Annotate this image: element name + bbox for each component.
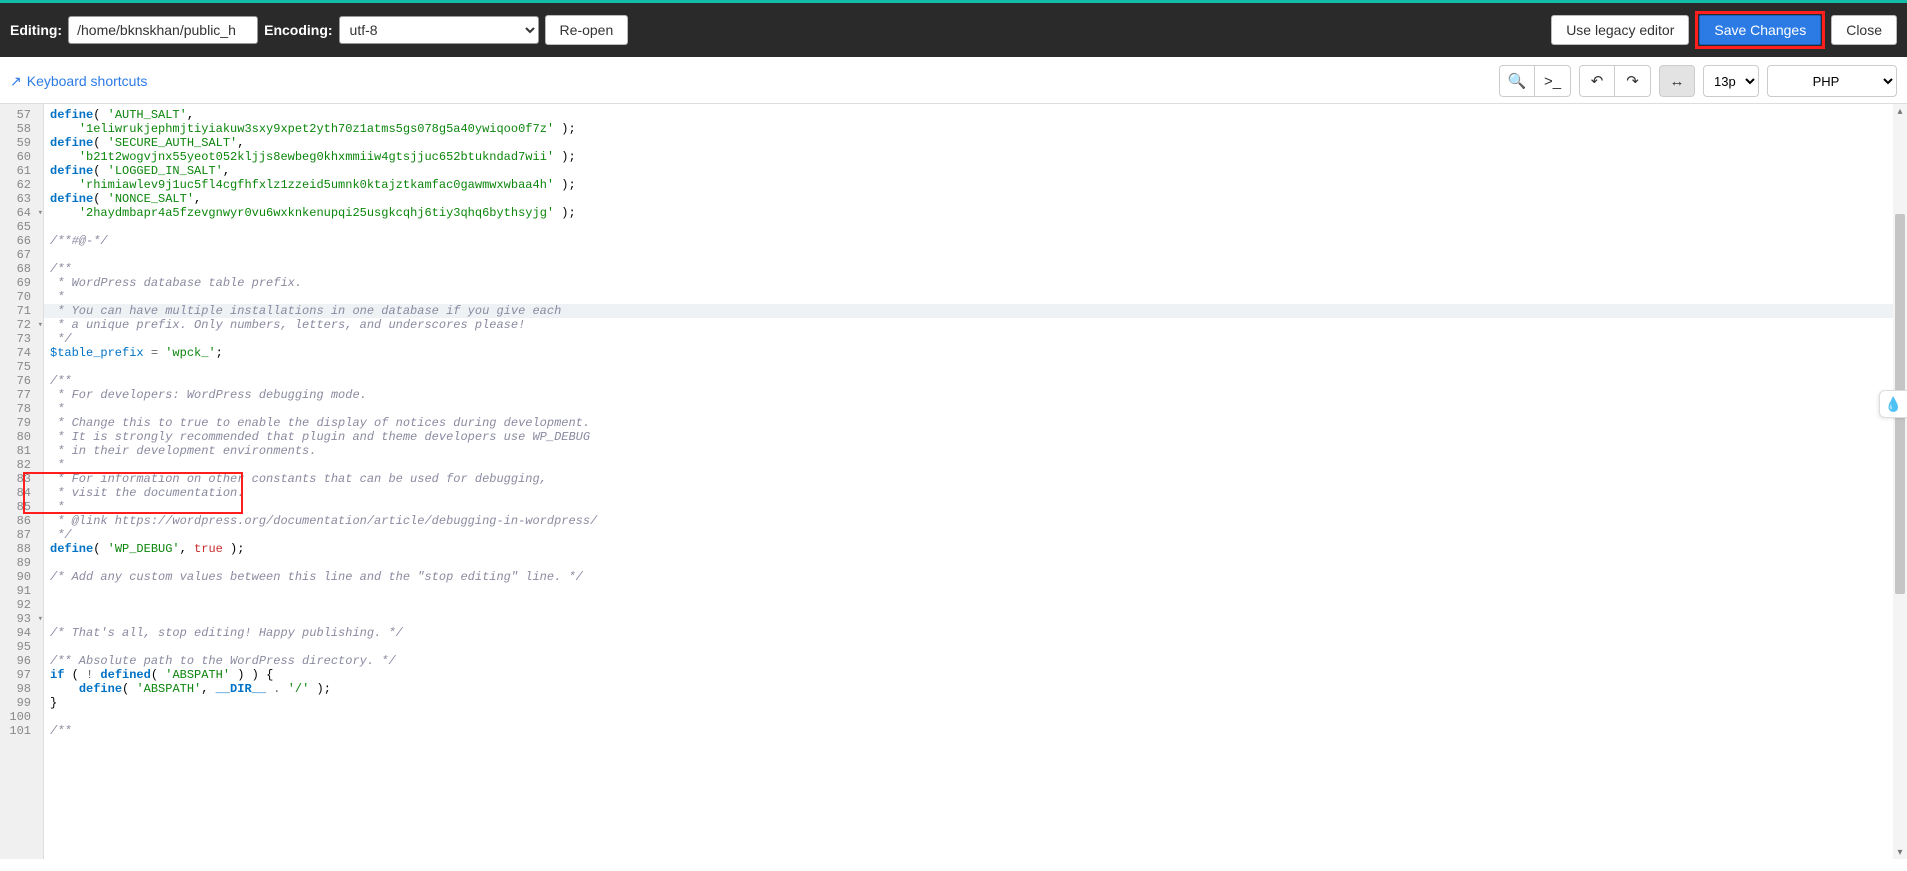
reopen-button[interactable]: Re-open xyxy=(545,15,629,45)
terminal-icon: >_ xyxy=(1544,73,1561,90)
search-group: 🔍 >_ xyxy=(1499,65,1571,97)
external-link-icon: ↗ xyxy=(10,73,22,90)
code-editor[interactable]: 5758596061626364656667686970717273747576… xyxy=(0,103,1907,859)
line-gutter: 5758596061626364656667686970717273747576… xyxy=(0,104,44,859)
terminal-button[interactable]: >_ xyxy=(1535,65,1571,97)
sub-toolbar: ↗ Keyboard shortcuts 🔍 >_ ↶ ↷ ↔ 13px PHP xyxy=(0,57,1907,103)
encoding-select[interactable]: utf-8 xyxy=(339,16,539,44)
save-changes-highlight: Save Changes xyxy=(1695,11,1825,49)
code-area[interactable]: define( 'AUTH_SALT', '1eliwrukjephmjtiyi… xyxy=(44,104,1893,859)
redo-button[interactable]: ↷ xyxy=(1615,65,1651,97)
filepath-input[interactable] xyxy=(68,16,258,44)
undo-icon: ↶ xyxy=(1591,72,1604,90)
undo-redo-group: ↶ ↷ xyxy=(1579,65,1651,97)
wrap-icon: ↔ xyxy=(1670,73,1685,90)
language-select[interactable]: PHP xyxy=(1767,65,1897,97)
wrap-toggle-button[interactable]: ↔ xyxy=(1659,65,1695,97)
search-icon: 🔍 xyxy=(1508,72,1527,90)
legacy-editor-button[interactable]: Use legacy editor xyxy=(1551,15,1689,45)
help-tab[interactable]: 💧 xyxy=(1879,390,1907,418)
droplet-icon: 💧 xyxy=(1885,396,1902,413)
undo-button[interactable]: ↶ xyxy=(1579,65,1615,97)
save-changes-button[interactable]: Save Changes xyxy=(1699,15,1821,45)
encoding-label: Encoding: xyxy=(264,22,332,38)
scrollbar-track[interactable]: ▴ ▾ xyxy=(1893,104,1907,859)
font-size-select[interactable]: 13px xyxy=(1703,65,1759,97)
redo-icon: ↷ xyxy=(1626,72,1639,90)
search-button[interactable]: 🔍 xyxy=(1499,65,1535,97)
keyboard-shortcuts-link[interactable]: ↗ Keyboard shortcuts xyxy=(10,73,147,90)
scroll-down-icon[interactable]: ▾ xyxy=(1893,845,1907,859)
editing-label: Editing: xyxy=(10,22,62,38)
scroll-up-icon[interactable]: ▴ xyxy=(1893,104,1907,118)
close-button[interactable]: Close xyxy=(1831,15,1897,45)
shortcuts-label: Keyboard shortcuts xyxy=(27,73,148,89)
main-toolbar: Editing: Encoding: utf-8 Re-open Use leg… xyxy=(0,3,1907,57)
